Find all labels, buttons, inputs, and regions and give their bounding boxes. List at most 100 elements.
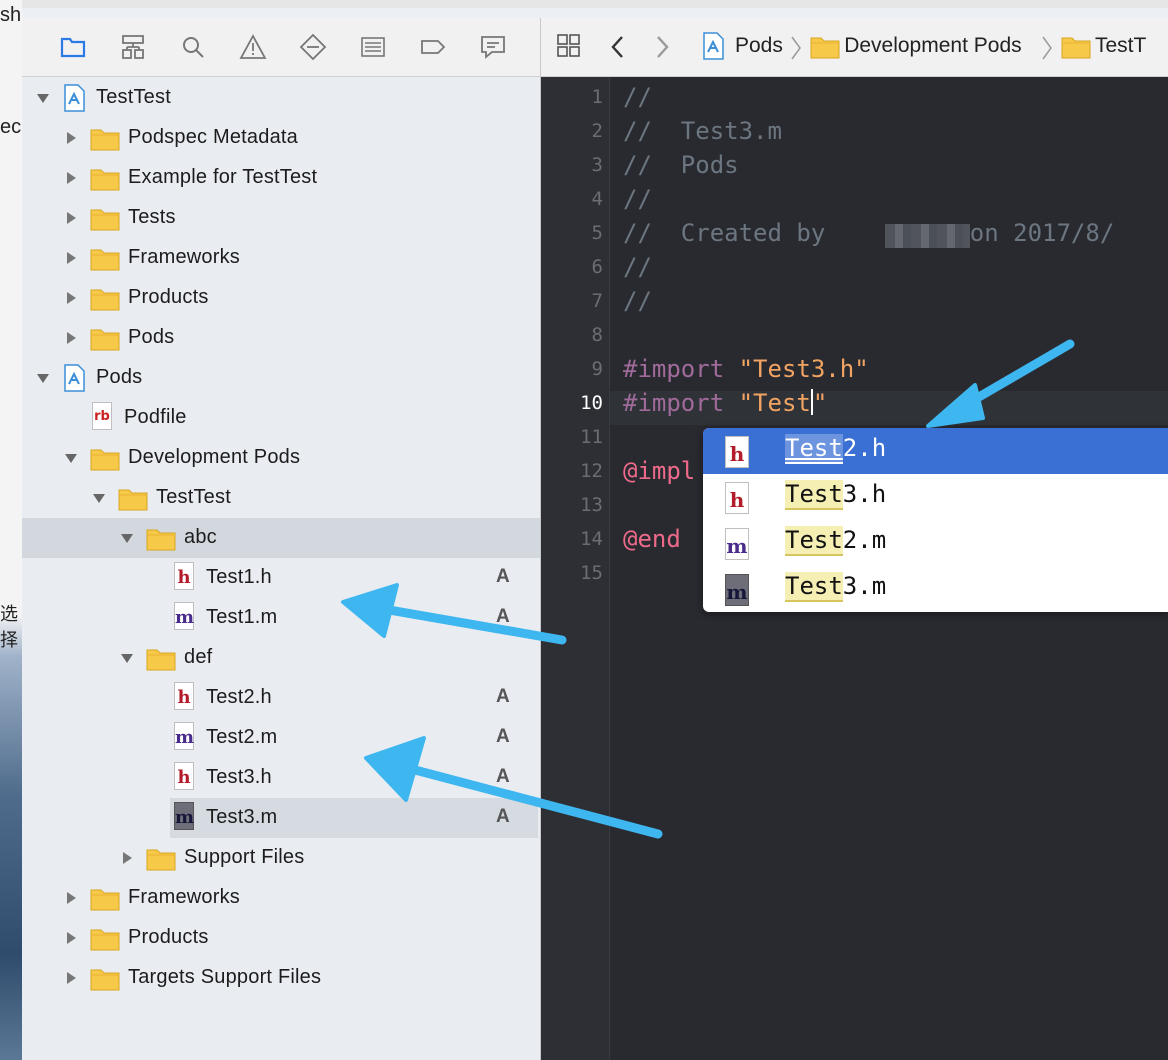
search-icon[interactable] [178, 32, 208, 62]
editor-jump-bar: Pods Development Pods TestT [541, 18, 1168, 77]
folder-icon [90, 204, 120, 232]
forward-chevron-icon[interactable] [651, 32, 675, 62]
line-number: 3 [591, 154, 603, 176]
tree-row[interactable]: h Test1.h A [22, 558, 540, 598]
folder-icon[interactable] [58, 32, 88, 62]
window-titlebar [22, 0, 1168, 8]
scm-status-badge: A [496, 686, 510, 707]
tree-item-label: Support Files [184, 846, 305, 868]
disclosure-collapsed-icon[interactable] [120, 851, 134, 865]
report-bubble-icon[interactable] [478, 32, 508, 62]
tree-row[interactable]: Frameworks [22, 238, 540, 278]
tree-item-label: def [184, 646, 213, 668]
tree-row[interactable]: def [22, 638, 540, 678]
disclosure-expanded-icon[interactable] [92, 491, 106, 505]
tree-row[interactable]: rb Podfile [22, 398, 540, 438]
code-line: @end [623, 525, 681, 553]
code-line: // [623, 185, 652, 213]
warning-icon[interactable] [238, 32, 268, 62]
tree-row[interactable]: Targets Support Files [22, 958, 540, 998]
completion-item[interactable]: m Test3.m [703, 566, 1168, 612]
completion-rest: 2.h [842, 434, 887, 462]
tree-row[interactable]: Pods [22, 358, 540, 398]
disclosure-collapsed-icon[interactable] [64, 931, 78, 945]
tree-item-label: Test1.h [206, 566, 272, 588]
disclosure-collapsed-icon[interactable] [64, 211, 78, 225]
disclosure-collapsed-icon[interactable] [64, 331, 78, 345]
disclosure-collapsed-icon[interactable] [64, 131, 78, 145]
breadcrumb-item[interactable]: TestT [1095, 34, 1146, 58]
disclosure-collapsed-icon[interactable] [64, 291, 78, 305]
hierarchy-icon[interactable] [118, 32, 148, 62]
code-token: " [812, 389, 828, 417]
tree-row[interactable]: h Test2.h A [22, 678, 540, 718]
tree-row[interactable]: m Test2.m A [22, 718, 540, 758]
related-items-icon[interactable] [555, 32, 585, 62]
disclosure-expanded-icon[interactable] [120, 651, 134, 665]
breadcrumb-item[interactable]: Pods [735, 34, 783, 58]
debug-list-icon[interactable] [358, 32, 388, 62]
breakpoint-tag-icon[interactable] [418, 32, 448, 62]
code-token: "Test [738, 389, 811, 417]
tree-row[interactable]: m Test1.m A [22, 598, 540, 638]
header-file-icon: h [174, 762, 194, 790]
breadcrumb-separator-icon [790, 34, 802, 62]
completion-rest: 2.m [842, 526, 887, 554]
folder-icon [146, 524, 176, 552]
folder-icon [90, 924, 120, 952]
tree-item-label: Pods [96, 366, 143, 388]
code-completion-popup[interactable]: h Test2.h h Test3.h m Test2.m m Test3.m [703, 428, 1168, 612]
line-number: 8 [591, 324, 603, 346]
desktop-text-fragment: ec [0, 116, 22, 138]
folder-icon [90, 444, 120, 472]
disclosure-collapsed-icon[interactable] [64, 971, 78, 985]
completion-item[interactable]: h Test2.h [703, 428, 1168, 474]
line-number: 7 [591, 290, 603, 312]
folder-icon [118, 484, 148, 512]
test-diamond-icon[interactable] [298, 32, 328, 62]
line-number: 4 [591, 188, 603, 210]
implementation-file-icon: m [174, 802, 194, 830]
tree-row[interactable]: Podspec Metadata [22, 118, 540, 158]
tree-row[interactable]: Products [22, 918, 540, 958]
tree-item-label: Frameworks [128, 246, 241, 268]
disclosure-expanded-icon[interactable] [36, 91, 50, 105]
navigator-toolbar [22, 18, 540, 77]
tree-item-label: Products [128, 926, 209, 948]
code-token: // Test3.m [623, 117, 782, 145]
tree-row[interactable]: Development Pods [22, 438, 540, 478]
completion-item[interactable]: h Test3.h [703, 474, 1168, 520]
tree-row[interactable]: h Test3.h A [22, 758, 540, 798]
tree-row[interactable]: Support Files [22, 838, 540, 878]
tree-row[interactable]: Example for TestTest [22, 158, 540, 198]
completion-item[interactable]: m Test2.m [703, 520, 1168, 566]
tree-row[interactable]: TestTest [22, 78, 540, 118]
completion-text: Test2.m [785, 526, 887, 556]
tree-row[interactable]: abc [22, 518, 540, 558]
tree-row[interactable]: TestTest [22, 478, 540, 518]
tree-row[interactable]: Pods [22, 318, 540, 358]
disclosure-expanded-icon[interactable] [36, 371, 50, 385]
breadcrumb-item[interactable]: Development Pods [844, 34, 1021, 58]
disclosure-expanded-icon[interactable] [64, 451, 78, 465]
disclosure-collapsed-icon[interactable] [64, 171, 78, 185]
tree-row[interactable]: Products [22, 278, 540, 318]
back-chevron-icon[interactable] [607, 32, 631, 62]
tree-item-label: Targets Support Files [128, 966, 322, 988]
tree-row[interactable]: Frameworks [22, 878, 540, 918]
disclosure-collapsed-icon[interactable] [64, 251, 78, 265]
tree-row[interactable]: m Test3.m A [170, 798, 538, 838]
completion-match: Test [785, 434, 843, 464]
disclosure-collapsed-icon[interactable] [64, 891, 78, 905]
disclosure-expanded-icon[interactable] [120, 531, 134, 545]
tree-item-label: Development Pods [128, 446, 301, 468]
tree-row[interactable]: Tests [22, 198, 540, 238]
code-token: // [623, 185, 652, 213]
scm-status-badge: A [496, 766, 510, 787]
line-number: 14 [580, 528, 603, 550]
header-file-icon: h [174, 682, 194, 710]
implementation-file-icon: m [725, 528, 749, 560]
folder-icon [90, 284, 120, 312]
completion-rest: 3.m [842, 572, 887, 600]
code-line: // [623, 287, 652, 315]
